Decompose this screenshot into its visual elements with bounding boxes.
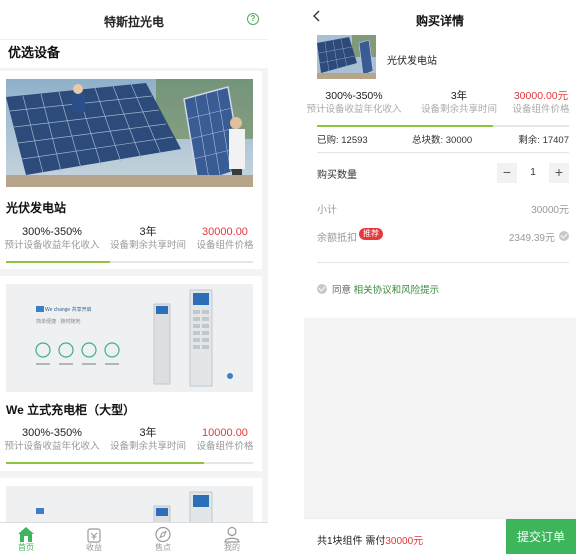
agreement-text: 同意 相关协议和风险提示 [332, 282, 439, 296]
quantity-label: 购买数量 [317, 170, 357, 181]
purchase-detail-screen: 购买详情 光伏发电站 300%-350% 预计设备收益年化收入 3年 设备剩余共… [304, 0, 576, 554]
subtotal-value: 30000元 [531, 205, 569, 216]
agree-checkbox[interactable] [317, 284, 327, 294]
product-name: We 立式充电柜（大型） [6, 403, 136, 417]
product-stats: 300%-350% 预计设备收益年化收入 3年 设备剩余共享时间 30000.0… [0, 225, 262, 259]
home-icon [18, 527, 34, 542]
product-name: 光伏发电站 [6, 201, 67, 215]
tab-label: 我的 [224, 543, 240, 552]
progress-bar [6, 261, 253, 263]
stat-value: 300%-350% [22, 226, 82, 238]
stat-value: 30000.00 [202, 226, 248, 238]
stat-label: 预计设备收益年化收入 [306, 104, 402, 115]
tab-mine[interactable]: 我的 [212, 526, 252, 553]
tab-outlets[interactable]: 售点 [143, 526, 183, 553]
stat-value: 300%-350% [22, 427, 82, 439]
help-icon[interactable]: ? [247, 13, 259, 25]
tab-label: 首页 [18, 543, 34, 552]
agree-prefix: 同意 [332, 285, 352, 296]
summary-amount: 30000元 [385, 536, 424, 547]
progress-fill [6, 261, 110, 263]
product-stats: 300%-350% 预计设备收益年化收入 3年 设备剩余共享时间 10000.0… [0, 426, 262, 460]
product-card-charger[interactable]: We change 共享开启 简单便捷 · 随时随地 We 立式充电柜（大型） … [0, 276, 262, 471]
tab-home[interactable]: 首页 [6, 526, 46, 553]
increase-button[interactable]: + [549, 163, 569, 183]
product-name: 光伏发电站 [387, 56, 437, 67]
progress-fill [317, 125, 494, 127]
charger-cabinet-image: We change 共享开启 简单便捷 · 随时随地 [6, 284, 253, 392]
app-header: 特斯拉光电 ? [0, 0, 268, 40]
tab-label: 收益 [86, 543, 102, 552]
balance-value: 2349.39元 [508, 233, 555, 244]
stat-value: 30000.00元 [513, 90, 569, 102]
stat-value: 10000.00 [202, 427, 248, 439]
total-count: 总块数: 30000 [412, 135, 473, 146]
stat-label: 设备组件价格 [512, 104, 570, 115]
detail-header: 购买详情 [304, 0, 576, 34]
empty-area [304, 318, 576, 518]
order-summary: 共1块组件 需付30000元 [317, 532, 423, 547]
price-stat: 30000.00元 设备组件价格 [491, 90, 576, 116]
page-title: 购买详情 [415, 14, 464, 28]
subtotal-row: 小计 30000元 [317, 198, 569, 218]
wallet-icon [87, 528, 101, 543]
stat-label: 预计设备收益年化收入 [4, 240, 100, 251]
price-stat: 10000.00 设备组件价格 [175, 426, 268, 453]
solar-panel-image [6, 79, 253, 187]
stat-label: 设备组件价格 [196, 441, 254, 452]
annual-yield-stat: 300%-350% 预计设备收益年化收入 [2, 225, 102, 252]
quantity-row: 购买数量 − 1 + [317, 163, 569, 183]
section-title: 优选设备 [0, 40, 268, 68]
app-title: 特斯拉光电 [103, 15, 164, 29]
left-screen: 特斯拉光电 ? 优选设备 光伏发电站 300%-350% 预计设备收益年化收入 … [0, 0, 268, 554]
subtotal-label: 小计 [317, 205, 337, 216]
divider [317, 262, 569, 263]
promo-sub-text: 简单便捷 · 随时随地 [36, 319, 81, 325]
product-thumbnail [317, 35, 376, 79]
remaining-count: 剩余: 17407 [518, 135, 569, 146]
bottom-tab-bar: 首页 收益 售点 我的 [0, 522, 268, 554]
summary-prefix: 共1块组件 需付 [317, 536, 386, 547]
recommend-badge: 推荐 [359, 228, 383, 240]
stat-label: 设备组件价格 [196, 240, 254, 251]
checkout-bar: 共1块组件 需付30000元 提交订单 [304, 518, 576, 554]
stat-value: 300%-350% [325, 90, 383, 102]
balance-checkbox[interactable] [559, 231, 569, 241]
user-icon [224, 526, 240, 543]
sold-count: 已购: 12593 [317, 135, 368, 146]
decrease-button[interactable]: − [497, 163, 517, 183]
quantity-stepper[interactable]: − 1 + [497, 163, 569, 183]
product-stats: 300%-350% 预计设备收益年化收入 3年 设备剩余共享时间 30000.0… [304, 90, 576, 118]
annual-yield-stat: 300%-350% 预计设备收益年化收入 [2, 426, 102, 453]
agreement-link[interactable]: 相关协议和风险提示 [354, 285, 440, 296]
product-card-solar[interactable]: 光伏发电站 300%-350% 预计设备收益年化收入 3年 设备剩余共享时间 3… [0, 71, 262, 269]
balance-label: 余额抵扣 [317, 233, 357, 244]
progress-bar [317, 125, 569, 127]
stat-label: 预计设备收益年化收入 [4, 441, 100, 452]
divider [317, 152, 569, 153]
submit-order-button[interactable]: 提交订单 [506, 519, 576, 554]
stock-counts: 已购: 12593 总块数: 30000 剩余: 17407 [317, 132, 569, 146]
compass-icon [155, 526, 171, 543]
quantity-value[interactable]: 1 [523, 163, 543, 183]
price-stat: 30000.00 设备组件价格 [175, 225, 268, 252]
progress-bar [6, 462, 253, 464]
balance-row[interactable]: 余额抵扣 推荐 2349.39元 [317, 226, 569, 246]
progress-fill [6, 462, 204, 464]
tab-earnings[interactable]: 收益 [74, 526, 114, 553]
tab-label: 售点 [155, 543, 171, 552]
promo-brand-text: We change 共享开启 [45, 307, 92, 313]
annual-yield-stat: 300%-350% 预计设备收益年化收入 [304, 90, 404, 116]
